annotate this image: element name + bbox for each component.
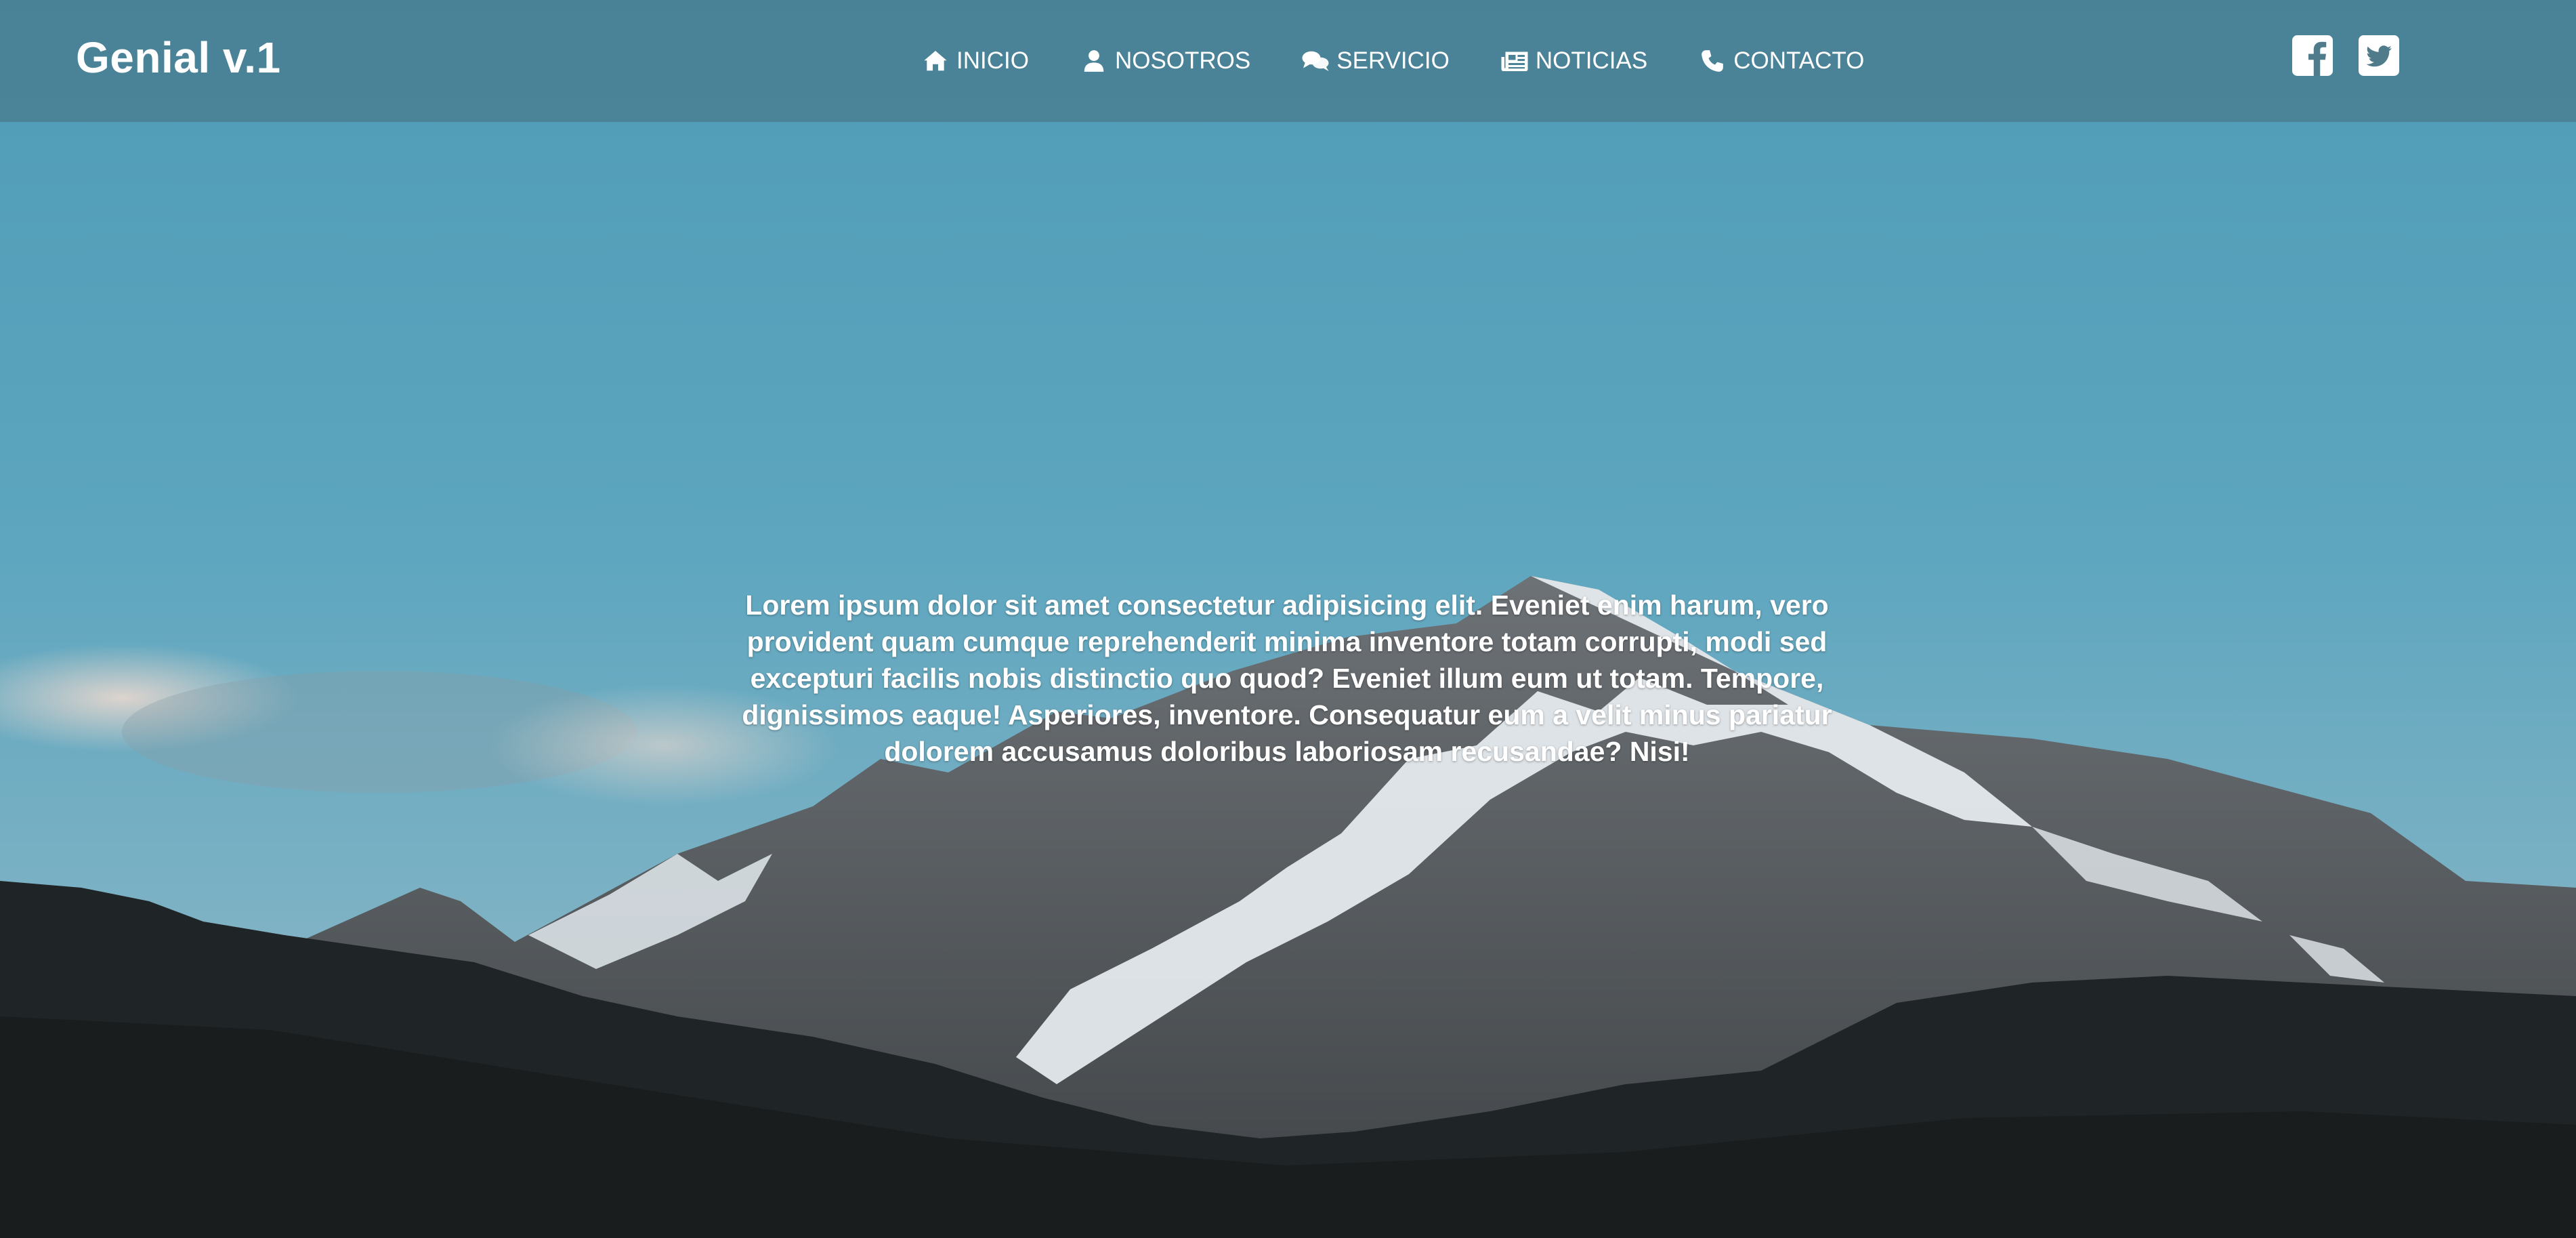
hero-paragraph: Lorem ipsum dolor sit amet consectetur a… [742, 590, 1832, 767]
nav-item-label: INICIO [956, 47, 1029, 74]
home-icon [924, 50, 947, 71]
twitter-link[interactable] [2359, 35, 2399, 76]
user-icon [1084, 50, 1104, 72]
nav-item-inicio[interactable]: INICIO [921, 47, 1029, 75]
top-navbar: Genial v.1 INICIO NOSOTROS SERVICIO NOTI… [0, 0, 2576, 122]
twitter-square-icon [2359, 35, 2399, 76]
nav-item-noticias[interactable]: NOTICIAS [1500, 47, 1647, 75]
nav-item-label: NOSOTROS [1114, 47, 1251, 74]
phone-icon [1702, 50, 1724, 72]
nav-item-contacto[interactable]: CONTACTO [1698, 47, 1864, 75]
nav-item-nosotros[interactable]: NOSOTROS [1080, 47, 1250, 75]
brand-logo[interactable]: Genial v.1 [76, 33, 281, 83]
hero-section: Genial v.1 INICIO NOSOTROS SERVICIO NOTI… [0, 0, 2576, 1238]
comments-icon [1302, 51, 1329, 71]
newspaper-icon [1501, 51, 1528, 71]
nav-item-label: SERVICIO [1336, 47, 1450, 74]
nav-item-servicio[interactable]: SERVICIO [1301, 47, 1450, 75]
facebook-square-icon [2292, 35, 2333, 76]
nav-item-label: CONTACTO [1733, 47, 1865, 74]
facebook-link[interactable] [2292, 35, 2333, 76]
nav-item-label: NOTICIAS [1535, 47, 1648, 74]
nav-menu: INICIO NOSOTROS SERVICIO NOTICIAS CONTAC… [921, 42, 1864, 80]
social-links [2292, 35, 2399, 76]
